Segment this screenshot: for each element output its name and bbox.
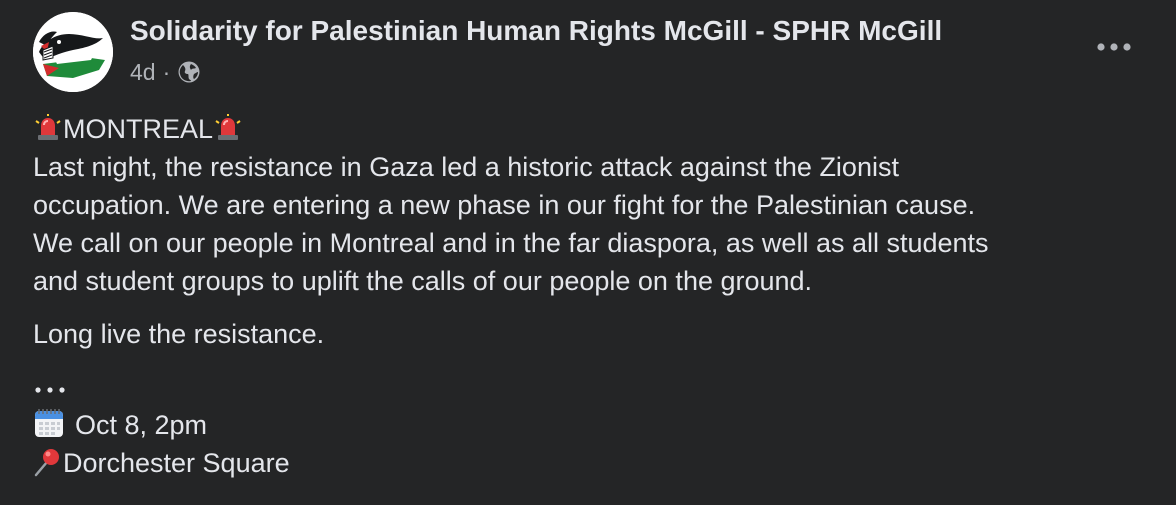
calendar-icon [33,407,67,439]
more-options-icon [1097,43,1131,51]
sphr-logo-icon [33,12,113,92]
event-location: Dorchester Square [33,444,1153,482]
post-body: MONTREAL Last night, the resistance in G… [33,110,1153,482]
page-name-link[interactable]: Solidarity for Palestinian Human Rights … [130,15,942,47]
location-text: Dorchester Square [63,448,290,478]
body-line-3: We call on our people in Montreal and in… [33,228,989,258]
post-meta: 4d · [130,57,201,87]
date-text: Oct 8, 2pm [75,410,208,440]
more-options-button[interactable] [1094,32,1134,62]
ellipsis-icon [35,387,65,393]
facebook-post: Solidarity for Palestinian Human Rights … [0,0,1176,505]
heading-text: MONTREAL [63,114,214,144]
body-line-2: occupation. We are entering a new phase … [33,190,976,220]
rotating-light-icon [213,113,243,143]
post-heading: MONTREAL [33,110,1153,148]
slogan-text: Long live the resistance. [33,319,325,349]
round-pushpin-icon [33,447,63,477]
globe-icon[interactable] [177,60,201,84]
event-date: Oct 8, 2pm [33,406,1153,444]
ellipsis-text [33,368,1153,406]
body-line-1: Last night, the resistance in Gaza led a… [33,152,899,182]
meta-separator: · [162,58,171,85]
rotating-light-icon [33,113,63,143]
post-timestamp[interactable]: 4d [130,59,156,86]
body-line-4: and student groups to uplift the calls o… [33,266,813,296]
page-avatar[interactable] [33,12,113,92]
